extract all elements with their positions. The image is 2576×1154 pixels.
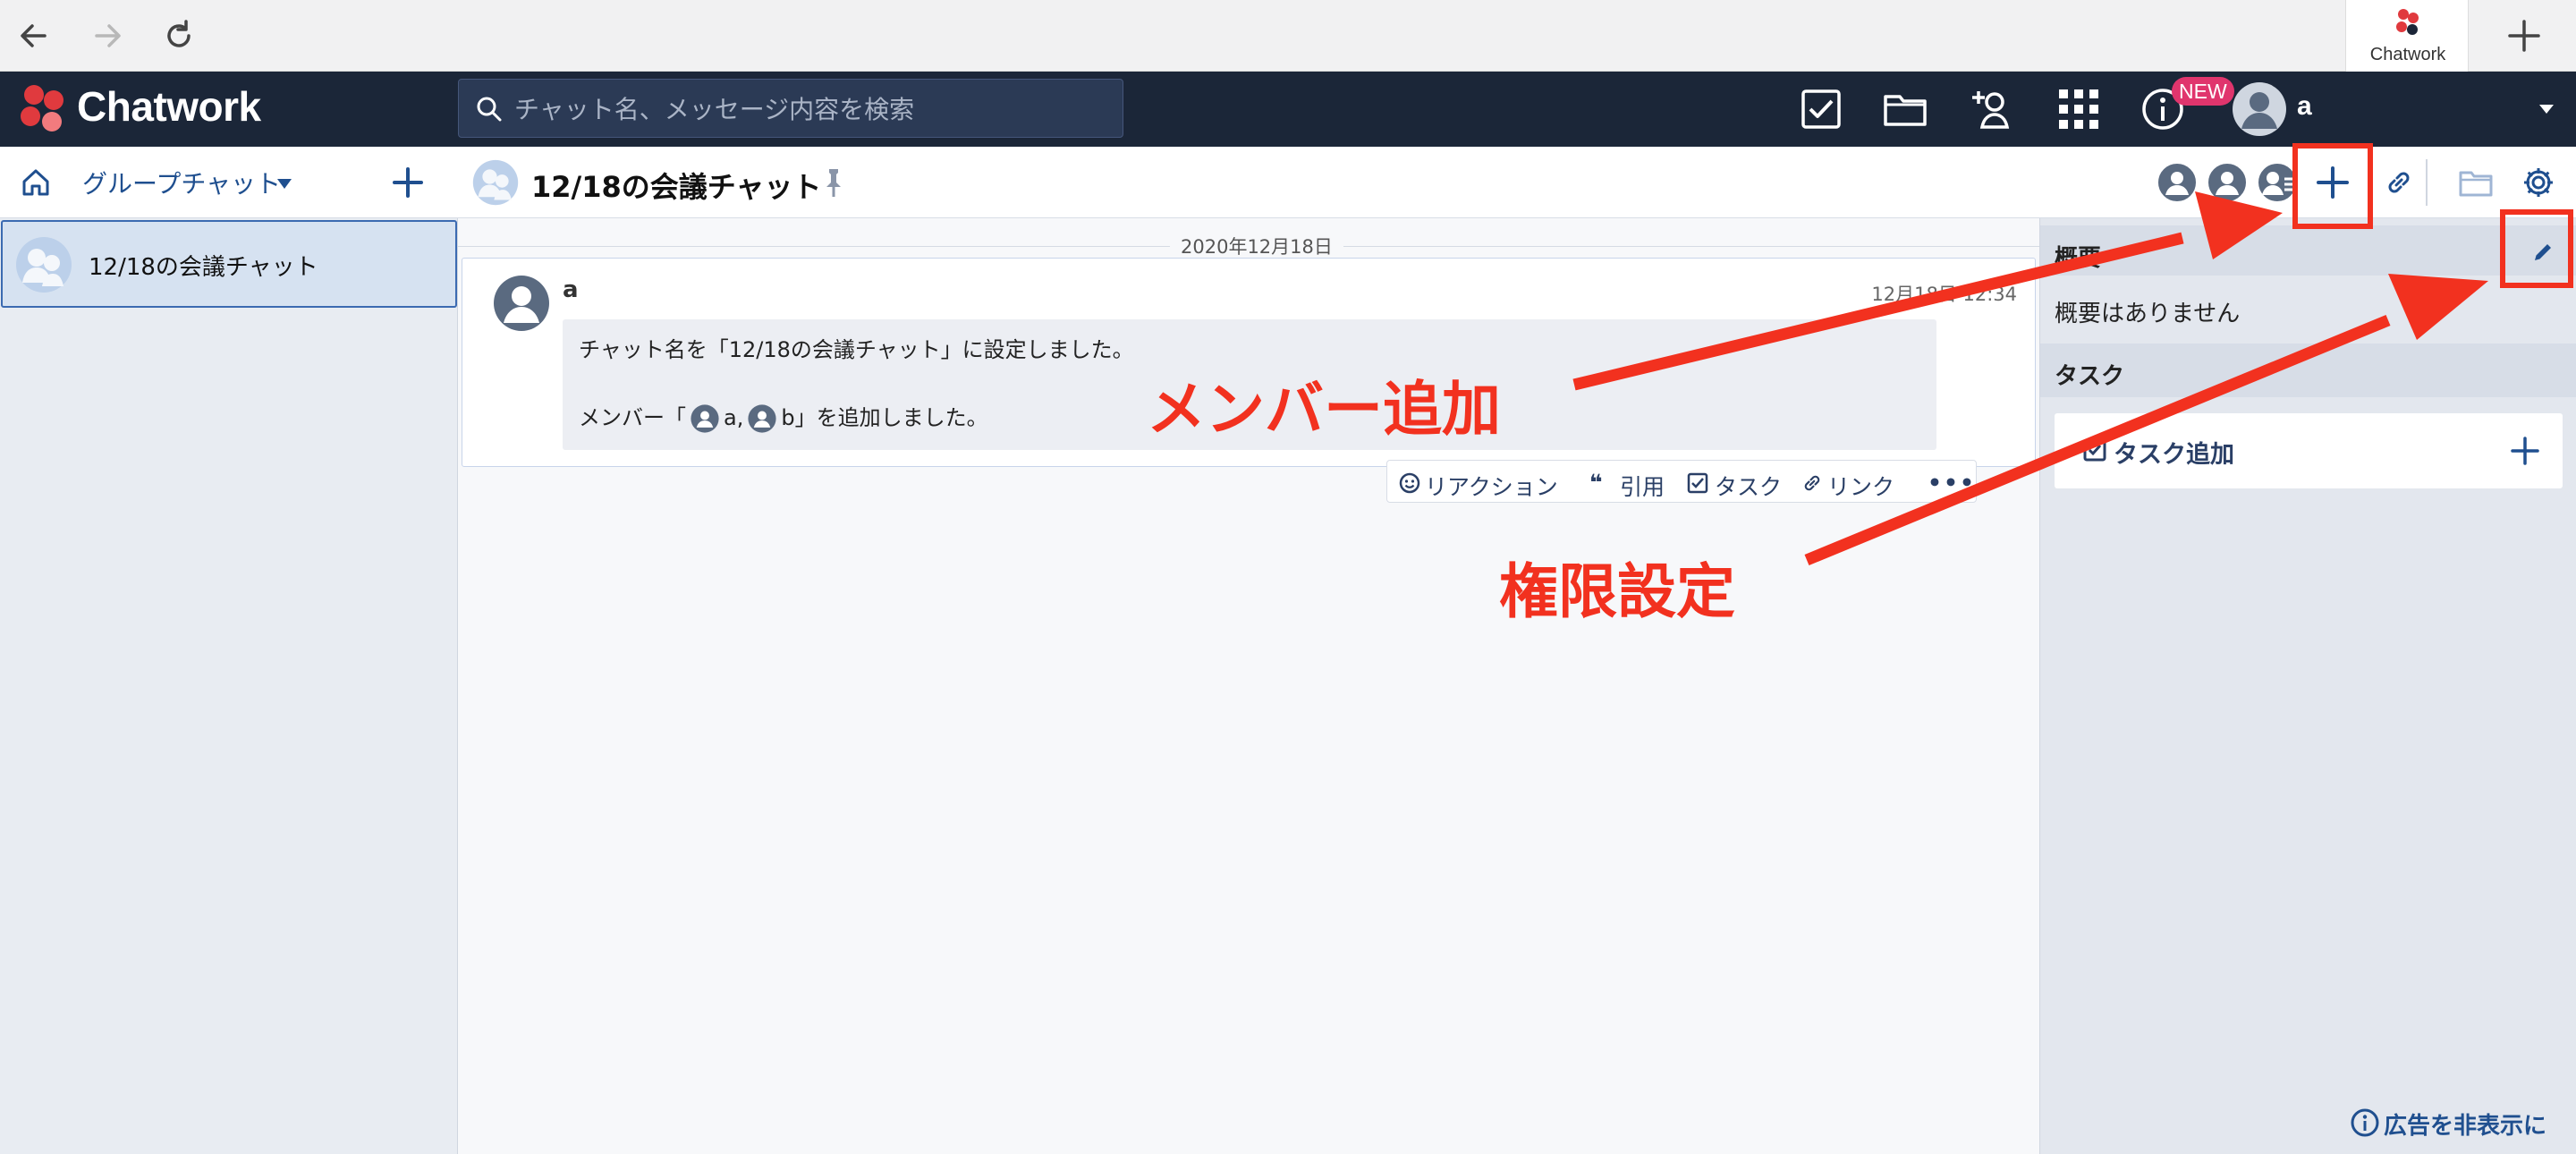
add-member-annotation: メンバー追加 [1147,375,1501,444]
permission-arrow [1804,314,2391,566]
permission-annotation: 権限設定 [1499,557,1735,626]
add-member-arrowhead [2195,191,2283,259]
add-member-arrow [1572,232,2184,391]
permission-arrowhead [2388,274,2488,340]
annotation-arrows [1572,191,2488,566]
